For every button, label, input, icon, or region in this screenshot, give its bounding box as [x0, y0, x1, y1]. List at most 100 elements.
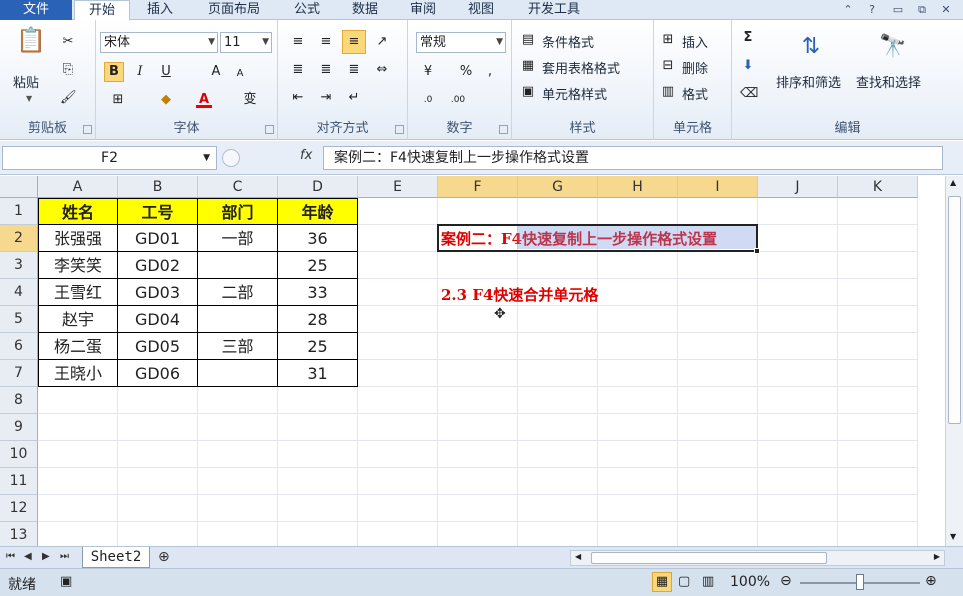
page-layout-view-icon[interactable]: ▢: [678, 574, 690, 589]
new-sheet-icon[interactable]: ⊕: [158, 549, 170, 565]
currency-icon[interactable]: ¥: [420, 64, 436, 80]
bold-button[interactable]: B: [104, 62, 124, 82]
cell-k3[interactable]: [838, 252, 918, 279]
cell-a8[interactable]: [38, 387, 118, 414]
cell-i4[interactable]: [678, 279, 758, 306]
window-restore-icon[interactable]: ⧉: [914, 2, 930, 18]
cell-h7[interactable]: [598, 360, 678, 387]
increase-indent-icon[interactable]: ⇥: [318, 90, 334, 106]
sort-filter-button[interactable]: 排序和筛选: [776, 72, 841, 91]
format-as-table-button[interactable]: 套用表格格式: [542, 58, 620, 77]
tab-formulas[interactable]: 公式: [284, 0, 330, 20]
prev-sheet-icon[interactable]: ◀: [24, 551, 32, 562]
normal-view-icon[interactable]: ▦: [652, 572, 672, 592]
cell-h1[interactable]: [598, 198, 678, 225]
row-header-13[interactable]: 13: [0, 522, 38, 546]
macro-record-icon[interactable]: ▣: [60, 574, 72, 589]
cell-c9[interactable]: [198, 414, 278, 441]
conditional-format-button[interactable]: 条件格式: [542, 32, 594, 51]
paste-button[interactable]: 粘贴: [13, 72, 39, 91]
align-center-icon[interactable]: ≣: [318, 62, 334, 78]
cell-j11[interactable]: [758, 468, 838, 495]
cell-j3[interactable]: [758, 252, 838, 279]
cell-e5[interactable]: [358, 306, 438, 333]
orientation-icon[interactable]: ↗: [374, 34, 390, 50]
cell-g3[interactable]: [518, 252, 598, 279]
cell-e1[interactable]: [358, 198, 438, 225]
cell-h11[interactable]: [598, 468, 678, 495]
cell-j6[interactable]: [758, 333, 838, 360]
row-header-2[interactable]: 2: [0, 225, 38, 252]
row-header-10[interactable]: 10: [0, 441, 38, 468]
cell-j4[interactable]: [758, 279, 838, 306]
cell-e10[interactable]: [358, 441, 438, 468]
cell-g1[interactable]: [518, 198, 598, 225]
cell-k13[interactable]: [838, 522, 918, 546]
next-sheet-icon[interactable]: ▶: [42, 551, 50, 562]
table-cell[interactable]: 28: [278, 306, 358, 333]
cell-h12[interactable]: [598, 495, 678, 522]
align-bottom-icon[interactable]: ≡: [342, 30, 366, 54]
horizontal-scroll-thumb[interactable]: [591, 552, 827, 564]
scroll-right-icon[interactable]: ▶: [934, 552, 940, 561]
cell-d9[interactable]: [278, 414, 358, 441]
window-close-icon[interactable]: ✕: [938, 2, 954, 18]
cell-g12[interactable]: [518, 495, 598, 522]
cell-b13[interactable]: [118, 522, 198, 546]
zoom-out-icon[interactable]: ⊖: [780, 573, 792, 589]
cell-h5[interactable]: [598, 306, 678, 333]
row-header-5[interactable]: 5: [0, 306, 38, 333]
font-grow-icon[interactable]: A: [208, 64, 224, 80]
cell-c8[interactable]: [198, 387, 278, 414]
cell-k8[interactable]: [838, 387, 918, 414]
row-header-3[interactable]: 3: [0, 252, 38, 279]
column-header-h[interactable]: H: [598, 176, 678, 198]
vertical-scroll-thumb[interactable]: [948, 196, 961, 424]
table-cell[interactable]: 31: [278, 360, 358, 387]
fill-icon[interactable]: ⬇: [740, 58, 756, 74]
cell-f3[interactable]: [438, 252, 518, 279]
table-cell[interactable]: 25: [278, 333, 358, 360]
comma-button[interactable]: ,: [482, 64, 498, 80]
cell-k2[interactable]: [838, 225, 918, 252]
underline-button[interactable]: U: [158, 64, 174, 80]
cell-e11[interactable]: [358, 468, 438, 495]
cell-a10[interactable]: [38, 441, 118, 468]
table-cell[interactable]: [198, 306, 278, 333]
zoom-in-icon[interactable]: ⊕: [925, 573, 937, 589]
cell-j2[interactable]: [758, 225, 838, 252]
wrap-text-icon[interactable]: ↵: [346, 90, 362, 106]
cell-i3[interactable]: [678, 252, 758, 279]
table-cell[interactable]: GD05: [118, 333, 198, 360]
column-header-i[interactable]: I: [678, 176, 758, 198]
tab-data[interactable]: 数据: [342, 0, 388, 20]
cell-i5[interactable]: [678, 306, 758, 333]
copy-icon[interactable]: ⎘: [60, 62, 76, 78]
tab-page-layout[interactable]: 页面布局: [196, 0, 272, 20]
cell-h13[interactable]: [598, 522, 678, 546]
cell-f6[interactable]: [438, 333, 518, 360]
worksheet-grid[interactable]: ABCDEFGHIJK 1 2 3 4 5 6 7 8 9 10 11 12 13 姓名 工号 部门 年龄 张强…: [0, 176, 945, 546]
cell-j1[interactable]: [758, 198, 838, 225]
column-header-c[interactable]: C: [198, 176, 278, 198]
cell-j10[interactable]: [758, 441, 838, 468]
row-header-11[interactable]: 11: [0, 468, 38, 495]
window-minimize-icon[interactable]: ▭: [890, 2, 906, 18]
align-right-icon[interactable]: ≣: [346, 62, 362, 78]
cell-f10[interactable]: [438, 441, 518, 468]
cell-k10[interactable]: [838, 441, 918, 468]
cell-d10[interactable]: [278, 441, 358, 468]
column-header-j[interactable]: J: [758, 176, 838, 198]
cut-icon[interactable]: ✂: [60, 34, 76, 50]
cell-k9[interactable]: [838, 414, 918, 441]
font-name-select[interactable]: 宋体 ▼: [100, 32, 218, 53]
paste-icon[interactable]: 📋: [16, 28, 46, 64]
cell-h3[interactable]: [598, 252, 678, 279]
zoom-slider-knob[interactable]: [856, 574, 864, 590]
cell-a12[interactable]: [38, 495, 118, 522]
cell-j12[interactable]: [758, 495, 838, 522]
cell-f1[interactable]: [438, 198, 518, 225]
cell-g10[interactable]: [518, 441, 598, 468]
delete-cells-button[interactable]: 删除: [682, 58, 708, 77]
cell-e8[interactable]: [358, 387, 438, 414]
